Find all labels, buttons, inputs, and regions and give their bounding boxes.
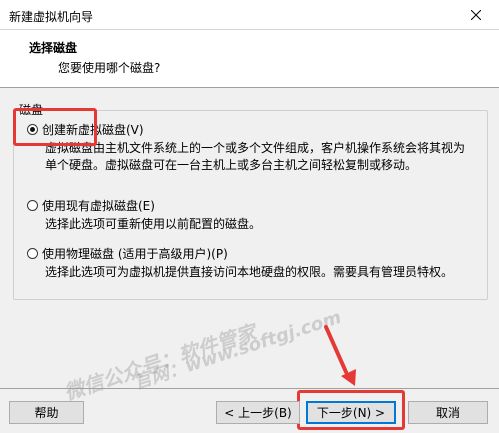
window-title: 新建虚拟机向导	[9, 10, 94, 24]
option-use-existing-disk[interactable]: 使用现有虚拟磁盘(E)	[27, 197, 155, 214]
footer-divider	[0, 388, 499, 389]
highlight-create-option	[13, 108, 97, 146]
cancel-button[interactable]: 取消	[408, 401, 488, 424]
watermark-website: 官网：www.softgj.com	[131, 306, 344, 394]
radio-use-existing-disk[interactable]	[27, 200, 38, 211]
close-button[interactable]	[453, 0, 499, 29]
page-title: 选择磁盘	[29, 41, 78, 55]
description-line: 单个硬盘。虚拟磁盘可在一台主机上或多台主机之间轻松复制或移动。	[45, 158, 418, 172]
description-line: 选择此选项可为虚拟机提供直接访问本地硬盘的权限。需要具有管理员特权。	[45, 265, 454, 279]
close-icon	[471, 9, 481, 20]
description-line: 选择此选项可重新使用以前配置的磁盘。	[45, 217, 262, 231]
description-line: 虚拟磁盘由主机文件系统上的一个或多个文件组成，客户机操作系统会将其视为	[45, 141, 466, 155]
option-use-physical-disk[interactable]: 使用物理磁盘 (适用于高级用户)(P)	[27, 245, 228, 262]
radio-use-physical-disk[interactable]	[27, 248, 38, 259]
watermark-wechat: 微信公众号：软件管家	[61, 320, 259, 405]
back-button[interactable]: < 上一步(B)	[216, 401, 300, 424]
option-description: 选择此选项可为虚拟机提供直接访问本地硬盘的权限。需要具有管理员特权。	[45, 264, 453, 281]
option-label: 使用现有虚拟磁盘(E)	[42, 199, 155, 213]
option-label: 使用物理磁盘 (适用于高级用户)(P)	[42, 247, 228, 261]
option-description: 选择此选项可重新使用以前配置的磁盘。	[45, 216, 261, 233]
option-description: 虚拟磁盘由主机文件系统上的一个或多个文件组成，客户机操作系统会将其视为 单个硬盘…	[45, 140, 465, 174]
page-subtitle: 您要使用哪个磁盘?	[58, 61, 161, 75]
wizard-header: 选择磁盘 您要使用哪个磁盘?	[0, 30, 499, 88]
help-button[interactable]: 帮助	[9, 401, 84, 424]
title-bar: 新建虚拟机向导	[0, 0, 499, 30]
next-button[interactable]: 下一步(N) >	[306, 401, 396, 424]
